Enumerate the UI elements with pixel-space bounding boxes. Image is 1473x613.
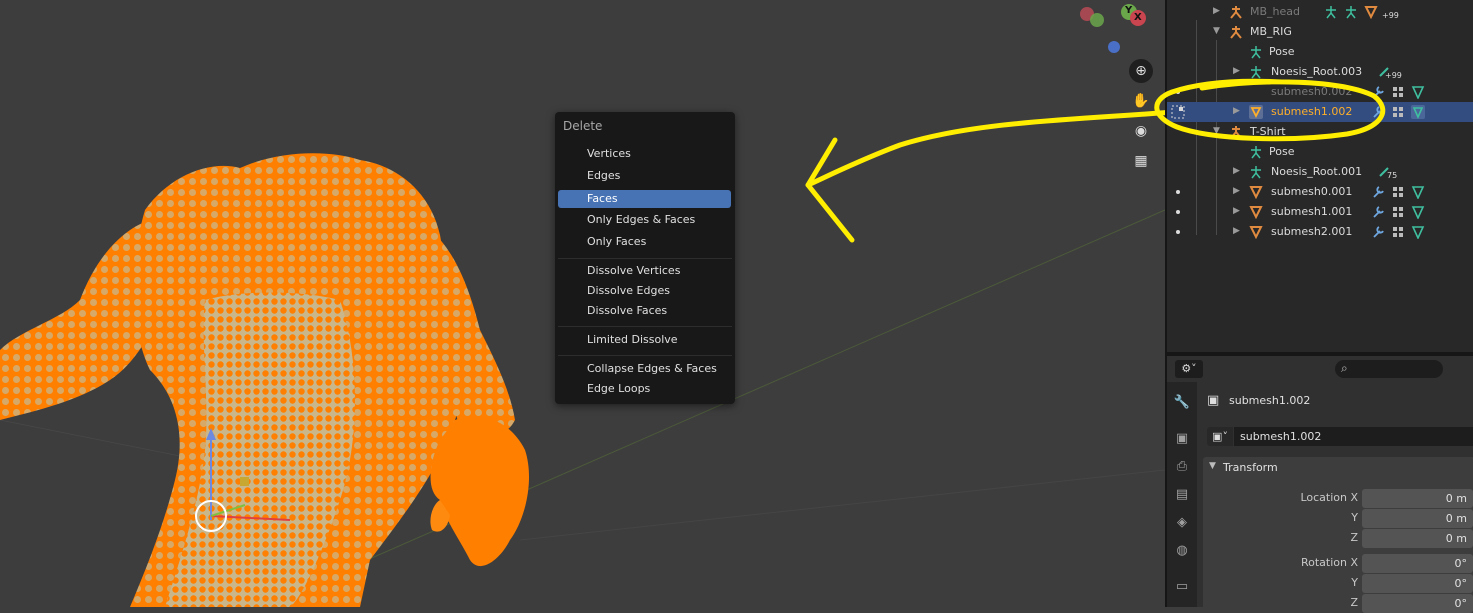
menu-separator bbox=[558, 258, 732, 259]
armature-icon bbox=[1230, 6, 1242, 19]
menu-separator bbox=[558, 355, 732, 356]
armature-icon bbox=[1230, 26, 1242, 39]
mesh-data-icon[interactable] bbox=[1411, 185, 1425, 199]
scene-tab-icon[interactable]: ◈ bbox=[1173, 514, 1191, 532]
properties-tabs: 🔧 ▣ ⎙ ▤ ◈ ◍ ▭ bbox=[1167, 382, 1197, 607]
rotation-z-value: 0° bbox=[1454, 597, 1468, 610]
menu-item-only-faces[interactable]: Only Faces bbox=[558, 233, 731, 251]
panel-title: Transform bbox=[1223, 461, 1278, 474]
rotation-x-value: 0° bbox=[1454, 557, 1468, 570]
navigation-gizmo[interactable]: Y X bbox=[1075, 3, 1150, 63]
outliner-row-submesh1-001[interactable]: ▶ submesh1.001 bbox=[1167, 202, 1473, 222]
editor-type-button[interactable]: ⚙˅ bbox=[1175, 360, 1203, 378]
transform-panel: ▼ Transform Location X 0 m Y 0 m Z 0 m R… bbox=[1203, 457, 1473, 613]
world-tab-icon[interactable]: ◍ bbox=[1173, 542, 1191, 560]
annotation-circle bbox=[1154, 78, 1386, 142]
outliner-row-submesh0-001[interactable]: ▶ submesh0.001 bbox=[1167, 182, 1473, 202]
rotation-y-label: Y bbox=[1351, 576, 1358, 589]
location-z-label: Z bbox=[1350, 531, 1358, 544]
location-x-field[interactable]: 0 m bbox=[1362, 489, 1473, 508]
menu-item-vertices[interactable]: Vertices bbox=[558, 145, 731, 163]
transform-panel-header[interactable]: ▼ Transform bbox=[1203, 457, 1473, 479]
collection-tab-icon[interactable]: ▭ bbox=[1173, 578, 1191, 596]
rotation-z-label: Z bbox=[1350, 596, 1358, 609]
rotation-z-field[interactable]: 0° bbox=[1362, 594, 1473, 613]
output-tab-icon[interactable]: ⎙ bbox=[1173, 458, 1191, 476]
menu-item-faces[interactable]: Faces bbox=[558, 190, 731, 208]
outliner-row-submesh2-001[interactable]: ▶ submesh2.001 bbox=[1167, 222, 1473, 242]
wrench-icon[interactable] bbox=[1371, 205, 1385, 219]
rotation-y-field[interactable]: 0° bbox=[1362, 574, 1473, 593]
location-y-label: Y bbox=[1351, 511, 1358, 524]
object-name-field[interactable]: submesh1.002 bbox=[1234, 427, 1473, 446]
rotation-y-value: 0° bbox=[1454, 577, 1468, 590]
properties-panel: ⚙˅ ⌕ 🔧 ▣ ⎙ ▤ ◈ ◍ ▭ ▣ submesh1.002 ▣˅ sub… bbox=[1167, 356, 1473, 613]
vertex-group-icon[interactable] bbox=[1391, 225, 1405, 239]
outliner-row-pose[interactable]: Pose bbox=[1167, 42, 1473, 62]
menu-item-only-edges-faces[interactable]: Only Edges & Faces bbox=[558, 211, 731, 229]
mesh-data-icon[interactable] bbox=[1411, 205, 1425, 219]
rotation-x-label: Rotation X bbox=[1300, 556, 1358, 569]
menu-item-edge-loops[interactable]: Edge Loops bbox=[558, 380, 731, 398]
object-name-label: submesh1.002 bbox=[1229, 394, 1311, 407]
chevron-down-icon: ▼ bbox=[1209, 461, 1216, 471]
location-x-label: Location X bbox=[1300, 491, 1358, 504]
mesh-data-icon[interactable] bbox=[1411, 225, 1425, 239]
menu-item-dissolve-edges[interactable]: Dissolve Edges bbox=[558, 282, 731, 300]
menu-item-collapse-edges-faces[interactable]: Collapse Edges & Faces bbox=[558, 360, 731, 378]
object-type-icon: ▣ bbox=[1207, 393, 1220, 408]
pose-icon bbox=[1251, 46, 1261, 59]
annotation-arrow bbox=[805, 110, 1165, 243]
tool-tab-icon[interactable]: 🔧 bbox=[1173, 394, 1191, 412]
outliner-row-noesis-root-001[interactable]: ▶ Noesis_Root.001 75 bbox=[1167, 162, 1473, 182]
location-y-field[interactable]: 0 m bbox=[1362, 509, 1473, 528]
vertex-group-icon[interactable] bbox=[1391, 205, 1405, 219]
outliner-row-mb-rig[interactable]: ▼ MB_RIG bbox=[1167, 22, 1473, 42]
pose-icon bbox=[1326, 6, 1336, 19]
mesh-figure bbox=[0, 153, 530, 607]
object-name-field-value: submesh1.002 bbox=[1240, 430, 1322, 443]
outliner-panel: ▶ MB_head +99 ▼ MB_RIG Pose ▶ Noesis_Roo… bbox=[1154, 0, 1473, 352]
render-tab-icon[interactable]: ▣ bbox=[1173, 430, 1191, 448]
mesh-icon bbox=[1364, 6, 1378, 19]
mesh-data-icon[interactable] bbox=[1411, 105, 1425, 119]
gizmo-x-label: X bbox=[1134, 12, 1142, 23]
mesh-object-icon bbox=[1249, 186, 1263, 199]
gizmo-y-label: Y bbox=[1125, 5, 1133, 16]
grid-view-icon[interactable]: ▦ bbox=[1129, 149, 1153, 173]
3d-viewport[interactable]: Y X ⊕ ✋ ◉ ▦ Delete Vertices Edges Faces … bbox=[0, 0, 1165, 607]
menu-item-dissolve-vertices[interactable]: Dissolve Vertices bbox=[558, 262, 731, 280]
location-x-value: 0 m bbox=[1445, 492, 1467, 505]
properties-search-input[interactable]: ⌕ bbox=[1335, 360, 1443, 378]
wrench-icon[interactable] bbox=[1371, 185, 1385, 199]
vertex-group-icon[interactable] bbox=[1391, 185, 1405, 199]
mesh-object-icon bbox=[1249, 206, 1263, 219]
delete-menu: Delete Vertices Edges Faces Only Edges &… bbox=[555, 112, 735, 404]
pose-icon bbox=[1346, 6, 1356, 19]
view-layer-tab-icon[interactable]: ▤ bbox=[1173, 486, 1191, 504]
location-z-field[interactable]: 0 m bbox=[1362, 529, 1473, 548]
bone-icon bbox=[1251, 166, 1261, 179]
mesh-data-icon[interactable] bbox=[1411, 85, 1425, 99]
menu-item-limited-dissolve[interactable]: Limited Dissolve bbox=[558, 331, 731, 349]
properties-header: ⚙˅ ⌕ bbox=[1167, 356, 1473, 382]
menu-title: Delete bbox=[563, 119, 603, 133]
rotation-x-field[interactable]: 0° bbox=[1362, 554, 1473, 573]
wrench-icon[interactable] bbox=[1371, 225, 1385, 239]
outliner-row-mb-head[interactable]: ▶ MB_head +99 bbox=[1167, 2, 1473, 22]
location-y-value: 0 m bbox=[1445, 512, 1467, 525]
search-icon: ⌕ bbox=[1341, 361, 1348, 375]
menu-item-dissolve-faces[interactable]: Dissolve Faces bbox=[558, 302, 731, 320]
location-z-value: 0 m bbox=[1445, 532, 1467, 545]
datablock-type-button[interactable]: ▣˅ bbox=[1207, 427, 1233, 446]
menu-separator bbox=[558, 326, 732, 327]
menu-item-edges[interactable]: Edges bbox=[558, 167, 731, 185]
mesh-object-icon bbox=[1249, 226, 1263, 239]
